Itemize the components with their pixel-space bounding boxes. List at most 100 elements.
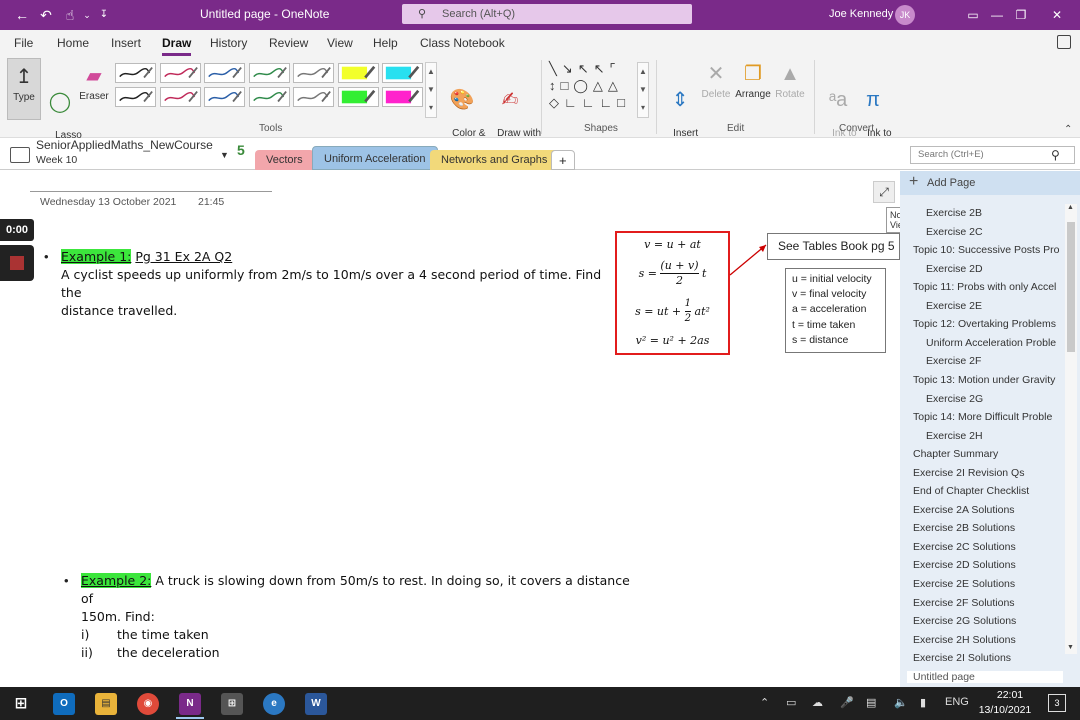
section-tab-networks-graphs[interactable]: Networks and Graphs: [430, 150, 559, 170]
tab-review[interactable]: Review: [269, 36, 308, 50]
page-list-item[interactable]: Chapter Summary: [913, 448, 1063, 460]
close-icon[interactable]: ✕: [1047, 5, 1067, 25]
page-list-item[interactable]: Topic 10: Successive Posts Pro: [913, 244, 1063, 256]
tab-file[interactable]: File: [14, 36, 33, 50]
page-list-item[interactable]: Uniform Acceleration Proble: [926, 337, 1063, 349]
scroll-thumb[interactable]: [1067, 222, 1075, 352]
eraser-button[interactable]: ▰ Eraser: [78, 62, 110, 103]
avatar[interactable]: JK: [895, 5, 915, 25]
scroll-up-icon[interactable]: ▲: [1067, 204, 1074, 211]
pen-gallery-scroll[interactable]: ▲ ▼ ▾: [425, 62, 437, 118]
ribbon-display-icon[interactable]: ▭: [963, 5, 983, 25]
page-list-item[interactable]: Exercise 2D: [926, 263, 1063, 275]
notebook-search-input[interactable]: Search (Ctrl+E) ⚲: [910, 146, 1075, 164]
pen-swatch[interactable]: [293, 87, 334, 107]
tab-home[interactable]: Home: [57, 36, 89, 50]
collapse-ribbon-icon[interactable]: ⌃: [1064, 124, 1072, 135]
page-list-item[interactable]: Exercise 2D Solutions: [913, 559, 1063, 571]
page-list-item[interactable]: Untitled page: [907, 670, 1063, 683]
language-indicator[interactable]: ENG: [945, 696, 969, 708]
arrange-button[interactable]: ❐ Arrange: [734, 60, 772, 101]
pen-swatch[interactable]: [337, 63, 379, 83]
page-list-item[interactable]: Topic 14: More Difficult Proble: [913, 411, 1063, 423]
onenote-icon[interactable]: N: [179, 693, 201, 715]
page-list-item[interactable]: Exercise 2E Solutions: [913, 578, 1063, 590]
add-section-button[interactable]: +: [551, 150, 575, 170]
record-button[interactable]: [0, 245, 34, 281]
clock-date[interactable]: 13/10/2021: [975, 704, 1035, 716]
pen-swatch[interactable]: [115, 87, 156, 107]
tab-class-notebook[interactable]: Class Notebook: [420, 36, 505, 50]
page-canvas[interactable]: Wednesday 13 October 2021 21:45 0:00 ⤢ N…: [0, 171, 924, 687]
minimize-icon[interactable]: —: [987, 5, 1007, 25]
word-icon[interactable]: W: [305, 693, 327, 715]
chevron-down-icon[interactable]: ⌄: [78, 6, 96, 24]
page-list-item[interactable]: Exercise 2E: [926, 300, 1063, 312]
search-box[interactable]: ⚲ Search (Alt+Q): [402, 4, 692, 24]
page-list-item[interactable]: Exercise 2G: [926, 393, 1063, 405]
onedrive-icon[interactable]: ☁: [812, 696, 823, 709]
tab-history[interactable]: History: [210, 36, 247, 50]
pen-swatch[interactable]: [248, 63, 290, 83]
back-icon[interactable]: ←: [13, 6, 31, 24]
clock-time[interactable]: 22:01: [985, 689, 1035, 701]
microphone-icon[interactable]: 🎤: [840, 696, 854, 709]
calculator-icon[interactable]: ⊞: [221, 693, 243, 715]
chevron-down-icon[interactable]: ▼: [220, 150, 229, 160]
page-list-scrollbar[interactable]: ▲ ▼: [1065, 204, 1077, 654]
chrome-icon[interactable]: ◉: [137, 693, 159, 715]
type-button[interactable]: ↥ Type: [7, 58, 41, 120]
page-list-item[interactable]: Topic 11: Probs with only Accel: [913, 281, 1063, 293]
shapes-gallery-scroll[interactable]: ▲ ▼ ▾: [637, 62, 649, 118]
restore-icon[interactable]: ❐: [1011, 5, 1031, 25]
back-to-group-icon[interactable]: 5: [237, 142, 245, 158]
volume-icon[interactable]: 🔈: [894, 696, 908, 709]
shapes-gallery[interactable]: ╲↘↖↖⌜ ↕□◯△△ ◇∟∟∟□: [549, 60, 637, 116]
sticky-notes-icon[interactable]: [1057, 35, 1071, 49]
scroll-down-icon[interactable]: ▼: [1067, 644, 1074, 651]
page-list-item[interactable]: Topic 13: Motion under Gravity: [913, 374, 1063, 386]
windows-start-icon[interactable]: ⊞: [10, 693, 32, 715]
page-list-item[interactable]: Exercise 2F: [926, 355, 1063, 367]
page-list-item[interactable]: Exercise 2G Solutions: [913, 615, 1063, 627]
file-explorer-icon[interactable]: ▤: [95, 693, 117, 715]
tab-help[interactable]: Help: [373, 36, 398, 50]
section-tab-vectors[interactable]: Vectors: [255, 150, 314, 170]
pen-swatch[interactable]: [382, 63, 423, 83]
notebook-name[interactable]: SeniorAppliedMaths_NewCourse: [36, 138, 213, 152]
show-hidden-icons-icon[interactable]: ⌃: [760, 696, 769, 709]
pen-swatch[interactable]: [159, 87, 201, 107]
notification-center-icon[interactable]: 3: [1048, 694, 1066, 712]
pen-swatch[interactable]: [337, 87, 379, 107]
delete-button[interactable]: ✕ Delete: [700, 60, 732, 101]
add-page-button[interactable]: + Add Page: [900, 171, 1080, 195]
pen-swatch[interactable]: [204, 63, 245, 83]
tab-insert[interactable]: Insert: [111, 36, 141, 50]
usb-icon[interactable]: ▭: [786, 696, 796, 709]
network-icon[interactable]: ▤: [866, 696, 876, 709]
web-browser-icon[interactable]: e: [263, 693, 285, 715]
page-list-item[interactable]: Exercise 2B Solutions: [913, 522, 1063, 534]
pen-swatch[interactable]: [115, 63, 156, 83]
rotate-button[interactable]: ▲ Rotate: [774, 60, 806, 101]
touch-mode-icon[interactable]: ☝: [61, 6, 79, 24]
page-list-item[interactable]: Exercise 2H: [926, 430, 1063, 442]
pen-swatch[interactable]: [204, 87, 245, 107]
page-list-item[interactable]: Exercise 2I Solutions: [913, 652, 1063, 664]
pen-swatch[interactable]: [382, 87, 423, 107]
page-list-item[interactable]: Exercise 2F Solutions: [913, 597, 1063, 609]
undo-icon[interactable]: ↶: [37, 6, 55, 24]
page-list-item[interactable]: Exercise 2A Solutions: [913, 504, 1063, 516]
section-tab-uniform-acceleration[interactable]: Uniform Acceleration: [312, 146, 438, 170]
page-list-item[interactable]: End of Chapter Checklist: [913, 485, 1063, 497]
pen-swatch[interactable]: [293, 63, 334, 83]
page-list-item[interactable]: Topic 12: Overtaking Problems: [913, 318, 1063, 330]
user-name[interactable]: Joe Kennedy: [829, 8, 893, 20]
pen-swatch[interactable]: [248, 87, 290, 107]
battery-icon[interactable]: ▮: [920, 696, 926, 709]
customize-toolbar-icon[interactable]: ↧: [95, 6, 113, 24]
notebook-list-icon[interactable]: [10, 147, 30, 163]
page-list-item[interactable]: Exercise 2B: [926, 207, 1063, 219]
normal-view-button[interactable]: ⤢: [873, 181, 895, 203]
tab-view[interactable]: View: [327, 36, 353, 50]
